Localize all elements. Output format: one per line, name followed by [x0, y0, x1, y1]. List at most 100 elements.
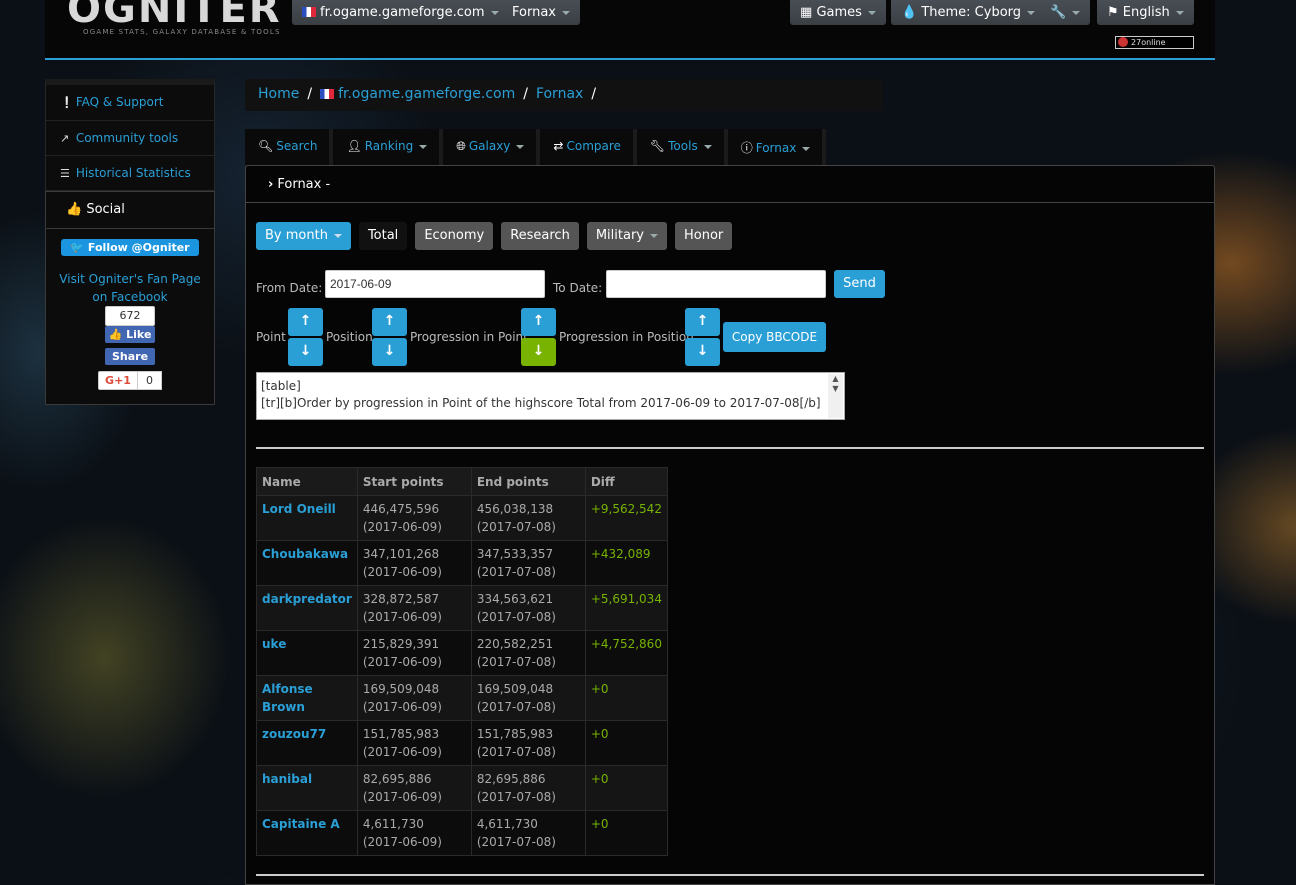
progression-point-down-button[interactable]: ↓ — [521, 338, 556, 366]
twitter-follow-button[interactable]: 🐦 Follow @Ogniter — [61, 239, 199, 256]
table-row: Capitaine A 4,611,730 (2017-06-09) 4,611… — [256, 810, 668, 856]
google-plus-button[interactable]: G+1 — [98, 371, 138, 390]
online-icon — [1118, 37, 1128, 47]
google-plus-widget: G+1 0 — [98, 371, 162, 390]
player-name-link[interactable]: darkpredator — [256, 585, 358, 631]
diff-cell: +5,691,034 — [584, 585, 668, 631]
progression-point-sort-label: Progression in Point — [410, 330, 528, 344]
column-header-end-points[interactable]: End points — [470, 467, 586, 496]
bbcode-textarea[interactable]: [table] [tr][b]Order by progression in P… — [256, 372, 845, 420]
language-label: English — [1122, 5, 1170, 20]
player-name-link[interactable]: Capitaine A — [256, 810, 358, 856]
by-month-button[interactable]: By month — [256, 222, 351, 250]
tools-dropdown[interactable]: 🔧 — [1040, 0, 1091, 25]
tab-search[interactable]: 🔍︎ Search — [245, 129, 334, 165]
logo[interactable]: OGNITER OGAME STATS, GALAXY DATABASE & T… — [67, 0, 282, 36]
sidebar-item-faq[interactable]: ❕ FAQ & Support — [46, 85, 214, 120]
bbcode-line: [tr][b]Order by progression in Point of … — [261, 396, 821, 410]
position-sort-up-button[interactable]: ↑ — [372, 308, 407, 336]
research-button[interactable]: Research — [501, 222, 579, 250]
breadcrumb-server[interactable]: fr.ogame.gameforge.com — [320, 86, 515, 102]
start-points-cell: 4,611,730 (2017-06-09) — [356, 810, 472, 856]
progression-position-sort-label: Progression in Position — [559, 330, 694, 344]
diff-cell: +0 — [584, 810, 668, 856]
breadcrumb-home[interactable]: Home — [258, 86, 299, 102]
column-header-name[interactable]: Name — [256, 467, 358, 496]
panel-heading: › Fornax - — [246, 166, 1214, 203]
position-sort-label: Position — [326, 330, 373, 344]
chevron-down-icon — [561, 10, 570, 15]
tab-label: Compare — [566, 139, 621, 153]
chevron-down-icon — [516, 144, 525, 149]
sidebar-item-historical-statistics[interactable]: ☰ Historical Statistics — [46, 155, 214, 190]
arrow-up-icon: ↑ — [696, 313, 709, 329]
table-row: Lord Oneill 446,475,596 (2017-06-09) 456… — [256, 495, 668, 541]
start-points-cell: 215,829,391 (2017-06-09) — [356, 630, 472, 676]
player-name-link[interactable]: uke — [256, 630, 358, 676]
progression-point-up-button[interactable]: ↑ — [521, 308, 556, 336]
tab-label: Ranking — [364, 139, 414, 153]
from-date-input[interactable] — [325, 270, 545, 298]
honor-button[interactable]: Honor — [674, 222, 733, 250]
logo-tagline: OGAME STATS, GALAXY DATABASE & TOOLS — [83, 28, 281, 36]
chevron-right-icon: › — [268, 177, 274, 192]
position-sort-down-button[interactable]: ↓ — [372, 338, 407, 366]
online-count: 27 — [1131, 38, 1142, 47]
google-plus-count: 0 — [137, 371, 162, 390]
player-name-link[interactable]: zouzou77 — [256, 720, 358, 766]
table-row: zouzou77 151,785,983 (2017-06-09) 151,78… — [256, 720, 668, 766]
arrow-up-icon: ↑ — [299, 313, 312, 329]
total-button[interactable]: Total — [358, 222, 408, 250]
games-dropdown[interactable]: ▦ Games — [790, 0, 886, 25]
diff-cell: +4,752,860 — [584, 630, 668, 676]
breadcrumb-universe[interactable]: Fornax — [536, 86, 583, 102]
textarea-scrollbar[interactable]: ▲ ▼ — [828, 374, 843, 418]
player-name-link[interactable]: Lord Oneill — [256, 495, 358, 541]
economy-button[interactable]: Economy — [415, 222, 494, 250]
thumbs-up-icon: 👍 — [108, 328, 123, 341]
table-row: Choubakawa 347,101,268 (2017-06-09) 347,… — [256, 540, 668, 586]
table-row: hanibal 82,695,886 (2017-06-09) 82,695,8… — [256, 765, 668, 811]
tab-galaxy[interactable]: 🌐︎ Galaxy — [443, 129, 541, 165]
breadcrumb-separator: / — [523, 86, 528, 102]
bbcode-line: [table] — [261, 379, 301, 393]
player-name-link[interactable]: Alfonse Brown — [256, 675, 358, 721]
online-counter[interactable]: 27online — [1115, 36, 1194, 49]
send-button[interactable]: Send — [834, 270, 885, 298]
facebook-share-button[interactable]: Share — [105, 348, 155, 365]
point-sort-up-button[interactable]: ↑ — [288, 308, 323, 336]
table-row: Alfonse Brown 169,509,048 (2017-06-09) 1… — [256, 675, 668, 721]
tab-fornax[interactable]: ⓘ Fornax — [727, 129, 827, 165]
progression-position-up-button[interactable]: ↑ — [685, 308, 720, 336]
tab-ranking[interactable]: 👤︎ Ranking — [333, 129, 444, 165]
diff-cell: +9,562,542 — [584, 495, 668, 541]
to-date-input[interactable] — [606, 270, 826, 298]
tab-tools[interactable]: 🔧︎ Tools — [636, 129, 728, 165]
copy-bbcode-button[interactable]: Copy BBCODE — [723, 322, 826, 352]
table-header-row: Name Start points End points Diff — [256, 467, 668, 496]
column-header-diff[interactable]: Diff — [584, 467, 668, 496]
language-dropdown[interactable]: ⚑ English — [1097, 0, 1194, 25]
chevron-down-icon — [802, 146, 811, 151]
tab-label: Galaxy — [468, 139, 511, 153]
point-sort-down-button[interactable]: ↓ — [288, 338, 323, 366]
wrench-icon: 🔧 — [1050, 5, 1067, 20]
main-panel: › Fornax - By month Total Economy Researc… — [245, 165, 1215, 885]
tab-compare[interactable]: ⇄ Compare — [540, 129, 637, 165]
start-points-cell: 328,872,587 (2017-06-09) — [356, 585, 472, 631]
facebook-fanpage-link[interactable]: Visit Ogniter's Fan Page on Facebook — [46, 270, 214, 306]
theme-label: Theme: Cyborg — [921, 5, 1022, 20]
server-dropdown[interactable]: fr.ogame.gameforge.com — [292, 0, 509, 25]
facebook-like-button[interactable]: 👍 Like — [105, 326, 155, 343]
sidebar-item-community-tools[interactable]: ↗ Community tools — [46, 120, 214, 155]
player-name-link[interactable]: hanibal — [256, 765, 358, 811]
military-button[interactable]: Military — [586, 222, 667, 250]
column-header-start-points[interactable]: Start points — [356, 467, 472, 496]
arrow-up-icon: ↑ — [383, 313, 396, 329]
progression-position-down-button[interactable]: ↓ — [685, 338, 720, 366]
theme-dropdown[interactable]: 💧 Theme: Cyborg — [891, 0, 1046, 25]
divider — [256, 447, 1204, 449]
player-name-link[interactable]: Choubakawa — [256, 540, 358, 586]
universe-dropdown[interactable]: Fornax — [502, 0, 580, 25]
france-flag-icon — [302, 7, 316, 17]
